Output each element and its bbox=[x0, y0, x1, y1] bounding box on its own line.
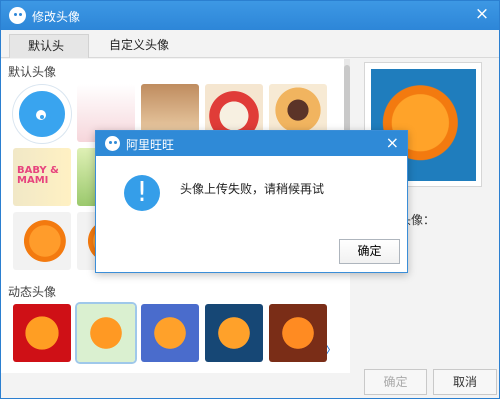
dialog-titlebar: 阿里旺旺 × bbox=[96, 131, 407, 156]
dialog-ok-button[interactable]: 确定 bbox=[339, 239, 400, 264]
default-avatar-section-label: 默认头像 bbox=[8, 65, 57, 79]
cancel-button[interactable]: 取消 bbox=[433, 369, 497, 395]
motion-avatar-option[interactable] bbox=[77, 304, 135, 362]
exclamation-icon: ! bbox=[124, 175, 160, 211]
change-avatar-window: 修改头像 × 默认头像 自定义头像 默认头像 BABY & MAMI 动态头像 … bbox=[0, 0, 500, 399]
upload-failure-dialog: 阿里旺旺 × ! 头像上传失败，请稍候再试 确定 bbox=[95, 130, 408, 273]
window-titlebar: 修改头像 × bbox=[1, 1, 499, 30]
motion-avatar-option[interactable] bbox=[141, 304, 199, 362]
motion-avatar-section-label: 动态头像 bbox=[8, 285, 57, 299]
tab-default-avatar[interactable]: 默认头像 bbox=[9, 34, 89, 75]
close-icon[interactable]: × bbox=[473, 6, 491, 24]
dialog-message: 头像上传失败，请稍候再试 bbox=[180, 182, 325, 196]
motion-avatar-option[interactable] bbox=[13, 304, 71, 362]
confirm-button[interactable]: 确定 bbox=[364, 369, 427, 395]
tab-custom-avatar[interactable]: 自定义头像 bbox=[91, 34, 187, 58]
baby-mami-avatar-text: BABY & MAMI bbox=[17, 165, 59, 186]
avatar-option[interactable] bbox=[13, 212, 71, 270]
default-avatar-option[interactable] bbox=[13, 85, 71, 143]
motion-avatar-option[interactable] bbox=[269, 304, 327, 362]
window-title: 修改头像 bbox=[32, 10, 81, 24]
aliwangwang-logo-icon bbox=[9, 7, 26, 24]
avatar-option[interactable]: BABY & MAMI bbox=[13, 148, 71, 206]
dialog-title: 阿里旺旺 bbox=[126, 138, 175, 152]
avatar-tabs: 默认头像 自定义头像 bbox=[1, 30, 499, 75]
dialog-close-icon[interactable]: × bbox=[386, 133, 399, 152]
aliwangwang-logo-icon bbox=[105, 136, 120, 151]
motion-avatar-option[interactable] bbox=[205, 304, 263, 362]
